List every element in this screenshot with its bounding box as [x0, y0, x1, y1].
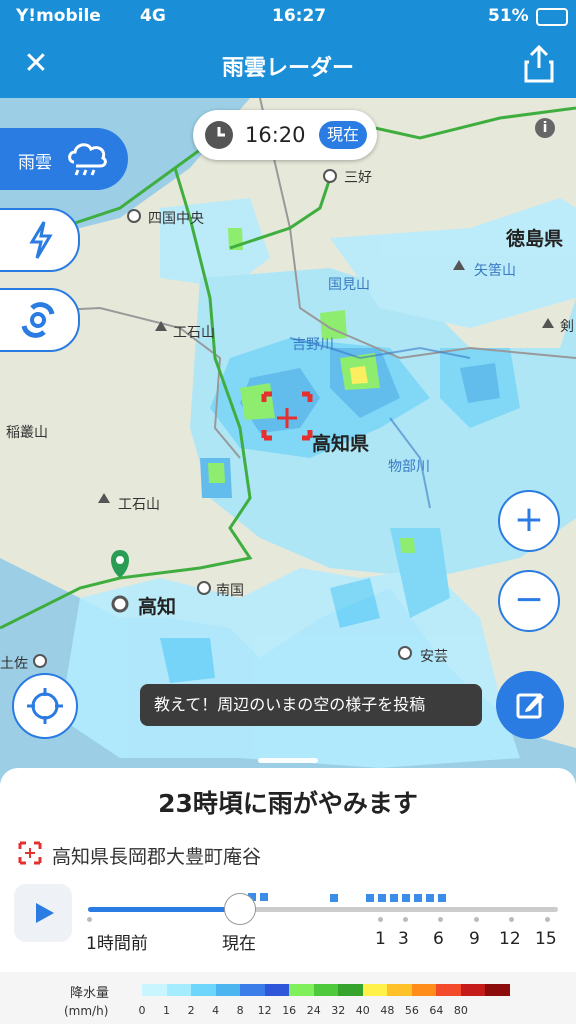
legend-swatch	[142, 984, 168, 996]
legend-swatch	[191, 984, 217, 996]
location-name: 高知県長岡郡大豊町庵谷	[52, 846, 262, 868]
timeline-rain-mark	[390, 894, 398, 902]
map-label-nankoku: 南国	[216, 583, 244, 599]
timeline-label: 1時間前	[86, 934, 148, 954]
legend-unit: (mm/h)	[64, 1004, 109, 1018]
legend-value: 80	[453, 1004, 468, 1017]
legend-swatch	[362, 984, 388, 996]
clock-icon	[205, 121, 233, 149]
typhoon-icon	[21, 302, 55, 338]
legend-swatch	[460, 984, 486, 996]
timeline-tick	[87, 917, 92, 922]
timeline-tick	[378, 917, 383, 922]
map-label-tosa: 土佐	[0, 656, 28, 672]
forecast-message: 23時頃に雨がやみます	[158, 789, 418, 818]
share-icon[interactable]	[522, 44, 556, 84]
map-label-monobe-river: 物部川	[388, 459, 430, 475]
timeline-tick	[438, 917, 443, 922]
timeline-slider-handle[interactable]	[224, 893, 256, 925]
map-label-shikoku-chuo: 四国中央	[148, 211, 204, 227]
legend-swatch	[240, 984, 266, 996]
timeline-progress	[88, 907, 240, 912]
map-label-inamura: 稲叢山	[6, 425, 48, 441]
legend-swatch	[215, 984, 241, 996]
legend-swatch	[485, 984, 511, 996]
rain-cloud-layer-button[interactable]: 雨雲	[0, 128, 128, 190]
carrier-label: Y!mobile	[16, 6, 101, 26]
map-label-tsurugi: 剣	[560, 319, 574, 335]
map-label-yoshino-river: 吉野川	[292, 337, 334, 353]
timeline-label: 12	[499, 929, 521, 949]
locate-icon	[27, 688, 63, 724]
status-bar: Y!mobile 4G 16:27 51%	[0, 0, 576, 32]
location-marker-icon	[18, 841, 42, 865]
zoom-out-button[interactable]: −	[498, 570, 560, 632]
timeline-label: 9	[469, 929, 480, 949]
timeline-tick	[403, 917, 408, 922]
timeline-tick	[509, 917, 514, 922]
timeline-label: 6	[433, 929, 444, 949]
battery-icon	[536, 8, 568, 26]
timeline-rain-mark	[378, 894, 386, 902]
legend-swatch	[338, 984, 364, 996]
map-label-ishizuchi: 工石山	[173, 325, 215, 341]
legend-swatch	[436, 984, 462, 996]
timeline-tick	[474, 917, 479, 922]
map-label-kochi-pref: 高知県	[312, 433, 370, 455]
header: ✕ 雨雲レーダー	[0, 32, 576, 98]
play-button[interactable]	[14, 884, 72, 942]
network-label: 4G	[140, 6, 166, 26]
timeline-tick	[545, 917, 550, 922]
battery-percent: 51%	[488, 6, 529, 26]
post-prompt-tooltip[interactable]: 教えて！周辺のいまの空の様子を投稿	[140, 684, 482, 726]
timeline-rain-mark	[426, 894, 434, 902]
locate-button[interactable]	[12, 673, 78, 739]
map-label-kochi: 高知	[138, 596, 177, 618]
timeline-rain-mark	[438, 894, 446, 902]
map-label-aki: 安芸	[420, 649, 448, 665]
play-icon	[36, 903, 54, 923]
rain-cloud-label: 雨雲	[18, 153, 52, 173]
map-label-kunimi: 国見山	[328, 277, 370, 293]
legend-swatch	[411, 984, 437, 996]
lightning-icon	[29, 221, 53, 259]
timeline-rain-mark	[402, 894, 410, 902]
radar-time: 16:20	[245, 123, 306, 147]
timeline-rain-mark	[366, 894, 374, 902]
legend-color-bar	[142, 984, 511, 996]
time-indicator: 16:20 現在	[193, 110, 377, 160]
map-label-tokushima: 徳島県	[506, 228, 564, 250]
zoom-in-button[interactable]: +	[498, 490, 560, 552]
post-report-button[interactable]	[496, 671, 564, 739]
legend-swatch	[264, 984, 290, 996]
clock: 16:27	[272, 6, 327, 26]
rain-cloud-icon	[68, 143, 107, 176]
map-label-yazume: 矢筈山	[474, 263, 516, 279]
map-label-ishizuchi-2: 工石山	[118, 497, 160, 513]
timeline-label: 1	[375, 929, 386, 949]
edit-icon	[516, 693, 544, 719]
timeline-rain-mark	[414, 894, 422, 902]
timeline-rain-mark	[260, 893, 268, 901]
lightning-layer-button[interactable]	[0, 208, 80, 272]
precipitation-legend: 降水量 (mm/h) 0 1 2 4 8 12 16 24 32 40 48 56 64 80	[0, 972, 576, 1024]
typhoon-layer-button[interactable]	[0, 288, 80, 352]
map-label-miyoshi: 三好	[344, 170, 372, 186]
legend-swatch	[387, 984, 413, 996]
timeline-label: 現在	[222, 934, 256, 954]
legend-title: 降水量	[70, 986, 110, 1001]
info-icon[interactable]: i	[535, 118, 555, 138]
timeline-rain-mark	[330, 894, 338, 902]
timeline-label: 3	[398, 929, 409, 949]
panel-drag-handle[interactable]	[258, 758, 318, 763]
now-badge[interactable]: 現在	[319, 121, 367, 149]
timeline-label: 15	[535, 929, 557, 949]
legend-swatch	[289, 984, 315, 996]
page-title: 雨雲レーダー	[221, 56, 354, 81]
legend-swatch	[166, 984, 192, 996]
legend-swatch	[313, 984, 339, 996]
